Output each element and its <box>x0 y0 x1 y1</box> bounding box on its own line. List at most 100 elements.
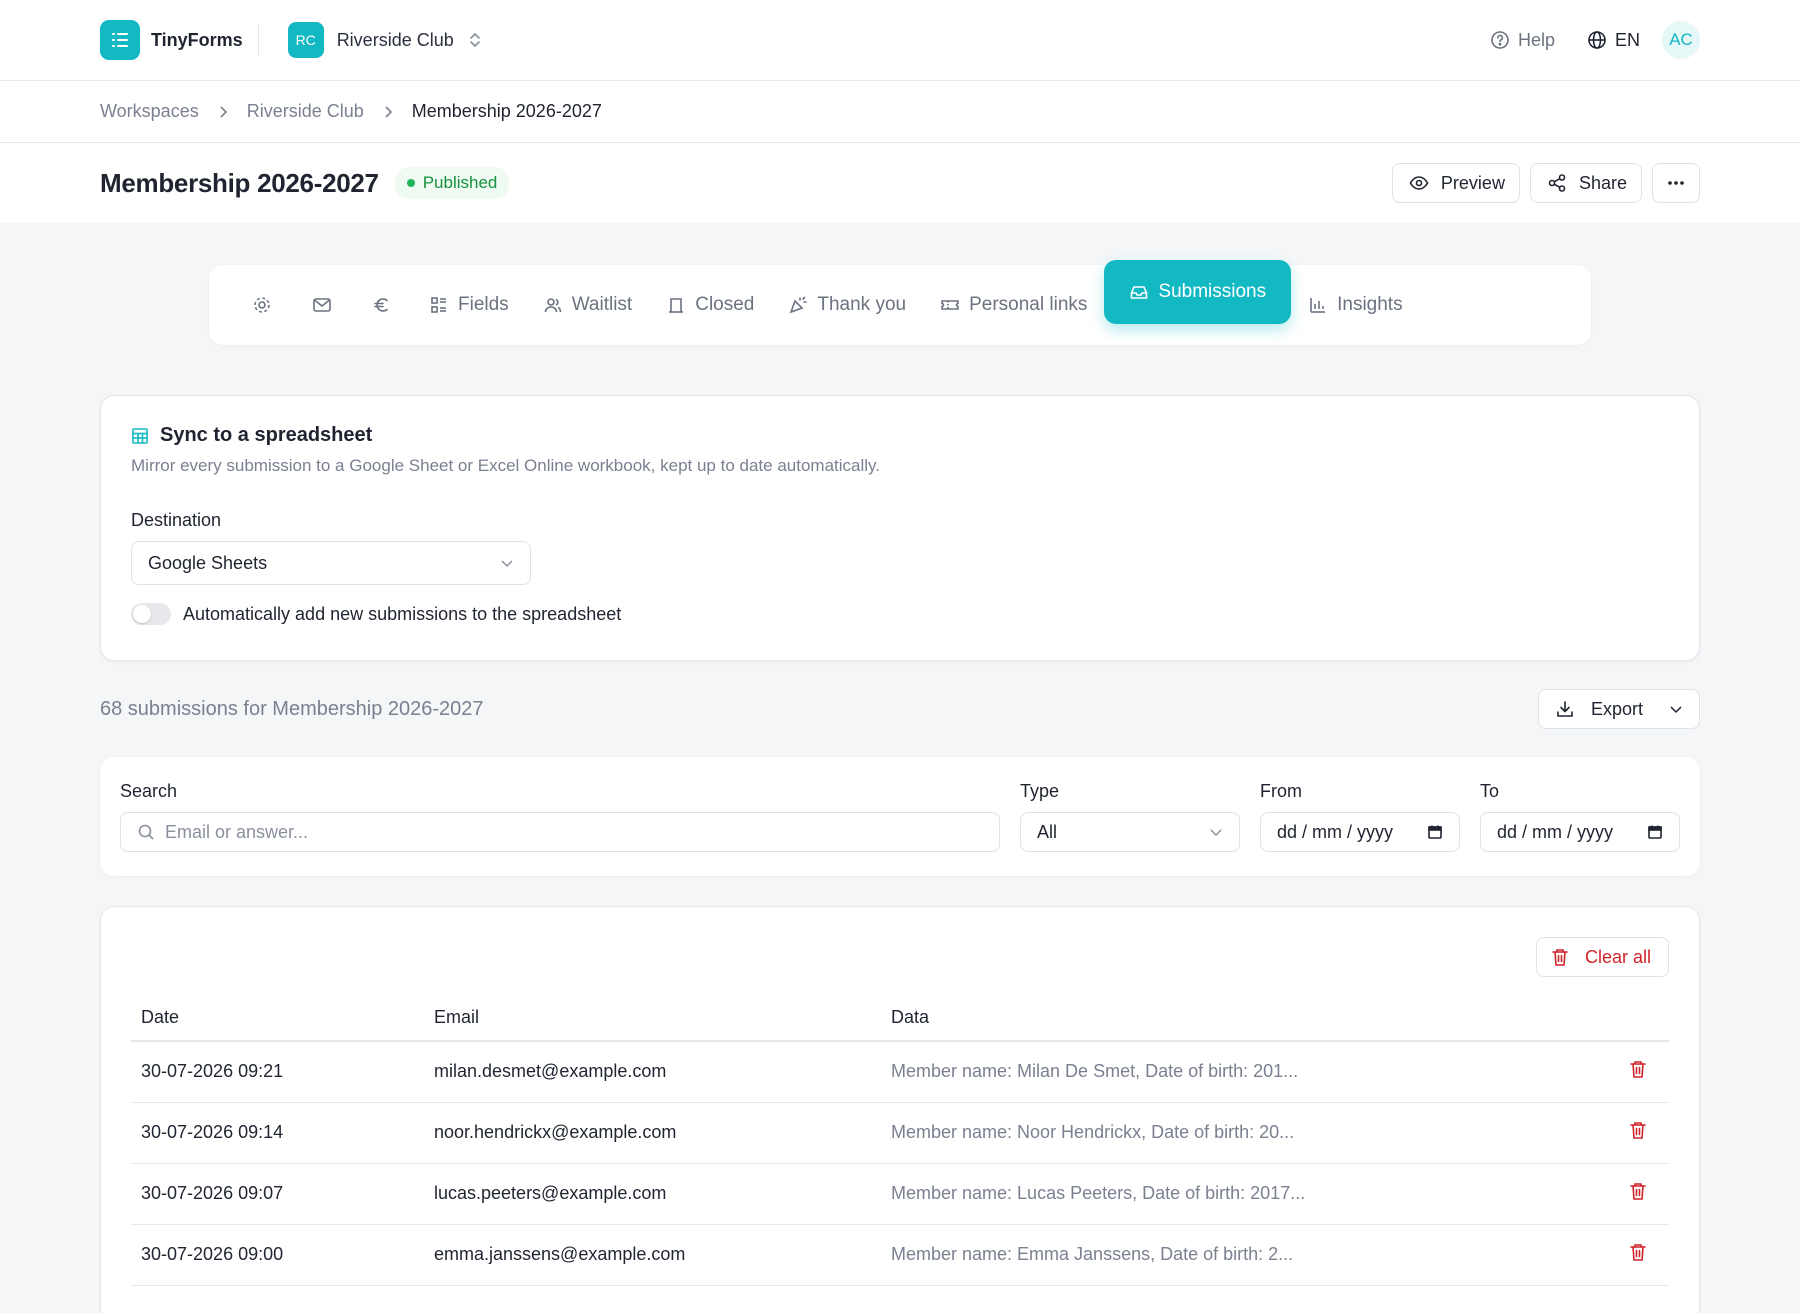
type-value: All <box>1037 821 1058 842</box>
help-link[interactable]: Help <box>1490 30 1555 51</box>
sync-description: Mirror every submission to a Google Shee… <box>131 456 880 475</box>
to-date-input[interactable]: dd / mm / yyyy <box>1480 812 1680 852</box>
column-data[interactable]: Data <box>881 1007 1589 1042</box>
tab-closed[interactable]: Closed <box>649 281 771 329</box>
language-switcher[interactable]: EN <box>1587 30 1640 51</box>
breadcrumb-workspace[interactable]: Riverside Club <box>247 101 364 122</box>
users-icon <box>543 295 563 315</box>
tab-submissions[interactable]: Submissions <box>1104 260 1292 324</box>
clear-all-button[interactable]: Clear all <box>1536 937 1669 977</box>
submissions-table: Date Email Data 30-07-2026 09:21 milan.d… <box>131 1007 1669 1286</box>
tab-insights[interactable]: Insights <box>1291 281 1419 329</box>
tab-thank-you[interactable]: Thank you <box>771 281 923 329</box>
to-placeholder: dd / mm / yyyy <box>1497 821 1614 842</box>
language-label: EN <box>1614 29 1640 50</box>
export-label: Export <box>1591 698 1644 719</box>
delete-row-icon[interactable] <box>1629 1242 1647 1262</box>
breadcrumb: Workspaces Riverside Club Membership 202… <box>0 81 1800 143</box>
user-avatar[interactable]: AC <box>1662 21 1700 59</box>
row-delete-cell <box>1589 1224 1669 1286</box>
tab-waitlist[interactable]: Waitlist <box>526 281 650 329</box>
top-bar: TinyForms RC Riverside Club Help EN AC <box>0 0 1800 81</box>
tab-label: Insights <box>1337 294 1403 315</box>
gear-icon <box>252 295 272 315</box>
auto-add-toggle[interactable] <box>131 603 171 625</box>
tab-label: Waitlist <box>571 294 633 315</box>
calendar-icon <box>1647 824 1663 840</box>
auto-add-label: Automatically add new submissions to the… <box>183 603 622 624</box>
tab-fields[interactable]: Fields <box>412 281 526 329</box>
breadcrumb-workspaces[interactable]: Workspaces <box>100 101 199 122</box>
type-select[interactable]: All <box>1020 812 1240 852</box>
delete-row-icon[interactable] <box>1629 1059 1647 1079</box>
share-label: Share <box>1578 172 1627 193</box>
destination-label: Destination <box>131 510 222 530</box>
row-delete-cell <box>1589 1102 1669 1164</box>
table-icon <box>131 427 149 445</box>
tab-emails[interactable] <box>292 281 352 329</box>
table-row[interactable]: 30-07-2026 09:14 noor.hendrickx@example.… <box>131 1102 1669 1164</box>
column-email[interactable]: Email <box>424 1007 881 1042</box>
search-icon <box>137 823 155 841</box>
row-date: 30-07-2026 09:21 <box>131 1041 424 1103</box>
inbox-icon <box>1129 282 1149 302</box>
chevron-down-icon <box>500 558 514 568</box>
column-date[interactable]: Date <box>131 1007 424 1042</box>
brand-name[interactable]: TinyForms <box>151 30 243 51</box>
chevron-down-icon <box>1669 704 1683 714</box>
row-date: 30-07-2026 09:07 <box>131 1163 424 1225</box>
chevron-right-icon <box>383 105 393 119</box>
submissions-count: 68 submissions for Membership 2026-2027 <box>100 697 484 720</box>
table-row[interactable]: 30-07-2026 09:00 emma.janssens@example.c… <box>131 1224 1669 1286</box>
more-options-button[interactable] <box>1652 163 1700 203</box>
from-label: From <box>1260 781 1302 801</box>
tab-personal-links[interactable]: Personal links <box>923 281 1104 329</box>
row-email: noor.hendrickx@example.com <box>424 1102 881 1164</box>
fields-icon <box>429 295 449 315</box>
table-row[interactable]: 30-07-2026 09:07 lucas.peeters@example.c… <box>131 1163 1669 1225</box>
spreadsheet-sync-card: Sync to a spreadsheet Mirror every submi… <box>100 395 1700 661</box>
row-data: Member name: Noor Hendrickx, Date of bir… <box>881 1102 1589 1164</box>
type-label: Type <box>1020 781 1060 801</box>
globe-icon <box>1587 30 1607 50</box>
eye-icon <box>1409 173 1429 193</box>
tab-settings[interactable] <box>232 281 292 329</box>
export-button[interactable]: Export <box>1538 689 1700 729</box>
from-date-input[interactable]: dd / mm / yyyy <box>1260 812 1460 852</box>
calendar-icon <box>1427 824 1443 840</box>
table-row[interactable]: 30-07-2026 09:21 milan.desmet@example.co… <box>131 1041 1669 1103</box>
row-email: milan.desmet@example.com <box>424 1041 881 1103</box>
preview-button[interactable]: Preview <box>1391 163 1520 203</box>
share-button[interactable]: Share <box>1529 163 1642 203</box>
delete-row-icon[interactable] <box>1629 1120 1647 1140</box>
page-header: Membership 2026-2027 Published Preview S… <box>0 143 1800 223</box>
workspace-name[interactable]: Riverside Club <box>337 30 454 51</box>
destination-select[interactable]: Google Sheets <box>131 541 531 585</box>
row-date: 30-07-2026 09:14 <box>131 1102 424 1164</box>
euro-icon <box>372 295 392 315</box>
page-title: Membership 2026-2027 <box>100 167 379 198</box>
chevron-up-down-icon[interactable] <box>468 31 482 49</box>
search-placeholder: Email or answer... <box>165 821 309 842</box>
row-email: emma.janssens@example.com <box>424 1224 881 1286</box>
delete-row-icon[interactable] <box>1629 1181 1647 1201</box>
row-date: 30-07-2026 09:00 <box>131 1224 424 1286</box>
row-data: Member name: Milan De Smet, Date of birt… <box>881 1041 1589 1103</box>
mail-icon <box>312 295 332 315</box>
row-data: Member name: Emma Janssens, Date of birt… <box>881 1224 1589 1286</box>
submissions-table-card: Clear all Date Email Data 30-07-2026 09:… <box>100 906 1700 1313</box>
row-delete-cell <box>1589 1041 1669 1103</box>
workspace-avatar[interactable]: RC <box>287 22 324 58</box>
tab-payments[interactable] <box>352 281 412 329</box>
party-icon <box>788 295 808 315</box>
sync-title: Sync to a spreadsheet <box>160 424 373 446</box>
search-input[interactable]: Email or answer... <box>120 812 1000 852</box>
tab-label: Closed <box>695 294 755 315</box>
form-tabs: Fields Waitlist Closed Thank you Persona… <box>209 260 1591 345</box>
filters-card: Search Email or answer... Type All From … <box>100 757 1700 876</box>
row-email: lucas.peeters@example.com <box>424 1163 881 1225</box>
row-data: Member name: Lucas Peeters, Date of birt… <box>881 1163 1589 1225</box>
tab-label: Submissions <box>1158 281 1267 302</box>
tinyforms-logo-icon[interactable] <box>100 20 140 60</box>
divider <box>257 24 259 56</box>
